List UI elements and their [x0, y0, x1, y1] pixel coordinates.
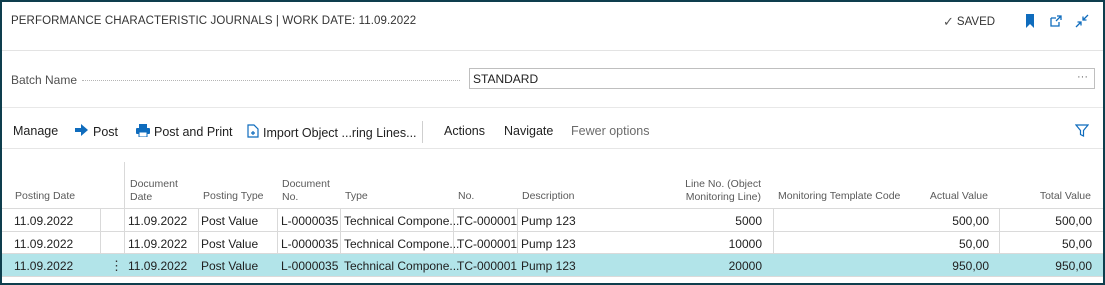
page-header: PERFORMANCE CHARACTERISTIC JOURNALS | WO…: [2, 2, 1103, 44]
cell-actual-value[interactable]: 500,00: [882, 214, 989, 228]
column-header-line: Line No. (Object: [685, 178, 761, 190]
column-header-line: Monitoring Line): [685, 190, 761, 203]
post-icon: [75, 124, 89, 139]
cell-line-no[interactable]: 5000: [642, 214, 762, 228]
filter-button[interactable]: [1074, 124, 1090, 140]
header-divider: [2, 50, 1103, 51]
cell-line-no[interactable]: 10000: [642, 237, 762, 251]
cell-no[interactable]: TC-000001: [457, 214, 517, 228]
batch-name-lookup-button[interactable]: ···: [1077, 71, 1088, 83]
column-header-line: Date: [130, 190, 153, 203]
table-row[interactable]: 11.09.2022 11.09.2022 Post Value L-00000…: [2, 232, 1103, 254]
column-header-total-value[interactable]: Total Value: [1002, 190, 1091, 203]
column-header-document-no[interactable]: Document No.: [282, 178, 330, 203]
column-header-actual-value[interactable]: Actual Value: [902, 190, 988, 203]
column-header-line-no[interactable]: Line No. (Object Monitoring Line): [642, 178, 761, 203]
batch-name-field[interactable]: STANDARD ···: [469, 68, 1095, 89]
fewer-options-label: Fewer options: [571, 124, 650, 138]
cell-posting-date[interactable]: 11.09.2022: [14, 259, 73, 273]
row-menu-icon[interactable]: ⋮: [110, 258, 123, 274]
cell-type[interactable]: Technical Compone...: [344, 214, 459, 228]
saved-label: SAVED: [956, 16, 996, 28]
import-object-label: Import Object ...ring Lines...: [263, 125, 417, 140]
action-bar: Manage Post Post and Print Import Object…: [2, 121, 1103, 143]
batch-divider: [2, 107, 1103, 108]
action-bar-divider: [2, 148, 1103, 149]
cell-posting-type[interactable]: Post Value: [201, 259, 258, 273]
cell-document-date[interactable]: 11.09.2022: [128, 237, 187, 251]
column-header-type[interactable]: Type: [345, 190, 368, 203]
cell-posting-date[interactable]: 11.09.2022: [14, 237, 73, 251]
actions-menu[interactable]: Actions: [444, 124, 485, 138]
navigate-menu[interactable]: Navigate: [504, 124, 553, 138]
cell-description[interactable]: Pump 123: [521, 259, 576, 273]
column-header-line: Document: [282, 178, 330, 190]
cell-description[interactable]: Pump 123: [521, 214, 576, 228]
batch-name-value: STANDARD: [473, 72, 539, 86]
import-object-button[interactable]: Import Object ...ring Lines...: [247, 124, 417, 141]
bookmark-icon[interactable]: [1022, 13, 1038, 29]
cell-actual-value[interactable]: 950,00: [882, 259, 989, 273]
manage-label: Manage: [13, 124, 59, 138]
column-header-posting-type[interactable]: Posting Type: [203, 190, 264, 203]
column-header-document-date[interactable]: Document Date: [130, 178, 178, 203]
manage-menu[interactable]: Manage: [13, 124, 58, 138]
table-row-selected[interactable]: 11.09.2022 ⋮ 11.09.2022 Post Value L-000…: [2, 254, 1103, 276]
checkmark-icon: ✓: [943, 14, 954, 29]
navigate-label: Navigate: [504, 124, 554, 138]
column-header-posting-date[interactable]: Posting Date: [15, 190, 75, 203]
post-button[interactable]: Post: [75, 124, 118, 139]
cell-posting-type[interactable]: Post Value: [201, 237, 258, 251]
cell-document-no[interactable]: L-0000035: [281, 237, 338, 251]
printer-icon: [136, 124, 150, 140]
post-and-print-label: Post and Print: [154, 125, 233, 139]
batch-name-label: Batch Name: [11, 73, 78, 87]
open-new-window-icon[interactable]: [1048, 13, 1064, 29]
saved-status: ✓ SAVED: [943, 14, 995, 30]
cell-total-value[interactable]: 50,00: [1002, 237, 1092, 251]
cell-total-value[interactable]: 500,00: [1002, 214, 1092, 228]
toolbar-separator: [422, 121, 423, 143]
field-leader-dots: [82, 80, 460, 81]
cell-posting-date[interactable]: 11.09.2022: [14, 214, 73, 228]
column-header-line: Document: [130, 178, 178, 190]
page-title: PERFORMANCE CHARACTERISTIC JOURNALS | WO…: [11, 15, 417, 27]
cell-no[interactable]: TC-000001: [457, 237, 517, 251]
cell-posting-type[interactable]: Post Value: [201, 214, 258, 228]
post-and-print-button[interactable]: Post and Print: [136, 124, 233, 140]
cell-no[interactable]: TC-000001: [457, 259, 517, 273]
cell-document-no[interactable]: L-0000035: [281, 214, 338, 228]
actions-label: Actions: [444, 124, 485, 138]
cell-document-date[interactable]: 11.09.2022: [128, 214, 187, 228]
cell-line-no[interactable]: 20000: [642, 259, 762, 273]
filter-icon: [1074, 124, 1090, 140]
journal-page: PERFORMANCE CHARACTERISTIC JOURNALS | WO…: [0, 0, 1105, 285]
cell-type[interactable]: Technical Compone...: [344, 259, 459, 273]
fewer-options-button[interactable]: Fewer options: [571, 124, 650, 138]
cell-description[interactable]: Pump 123: [521, 237, 576, 251]
cell-total-value[interactable]: 950,00: [1002, 259, 1092, 273]
collapse-icon[interactable]: [1074, 13, 1090, 29]
column-header-description[interactable]: Description: [522, 190, 575, 203]
cell-document-date[interactable]: 11.09.2022: [128, 259, 187, 273]
column-header-template-code[interactable]: Monitoring Template Code: [778, 190, 900, 203]
cell-document-no[interactable]: L-0000035: [281, 259, 338, 273]
document-import-icon: [247, 124, 259, 141]
cell-type[interactable]: Technical Compone...: [344, 237, 459, 251]
cell-actual-value[interactable]: 50,00: [882, 237, 989, 251]
row-divider: [2, 276, 1103, 277]
column-header-no[interactable]: No.: [458, 190, 474, 203]
column-header-line: No.: [282, 190, 299, 203]
post-label: Post: [93, 124, 119, 139]
table-row[interactable]: 11.09.2022 11.09.2022 Post Value L-00000…: [2, 209, 1103, 231]
